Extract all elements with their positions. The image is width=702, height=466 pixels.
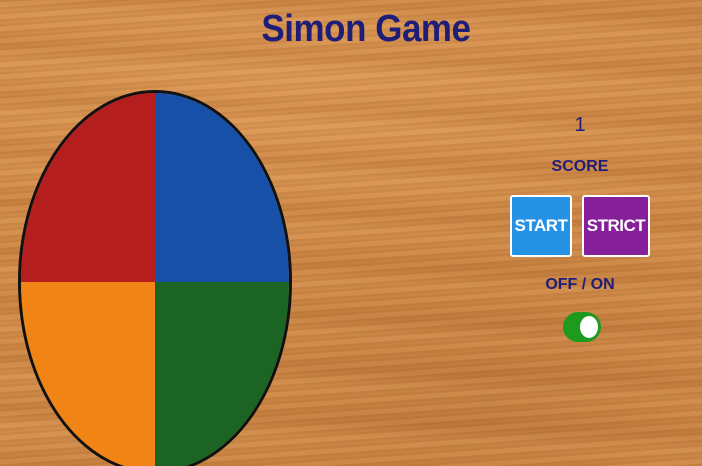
score-value: 1 — [574, 114, 586, 136]
power-label: OFF / ON — [545, 276, 615, 293]
simon-board — [18, 90, 292, 466]
red-pad[interactable] — [21, 93, 155, 282]
toggle-knob — [580, 316, 598, 338]
green-pad[interactable] — [155, 282, 289, 466]
start-button[interactable]: START — [510, 195, 572, 257]
score-label: SCORE — [551, 158, 609, 175]
page-title: Simon Game — [261, 8, 471, 50]
strict-button[interactable]: STRICT — [582, 195, 650, 257]
orange-pad[interactable] — [21, 282, 155, 466]
power-toggle[interactable] — [563, 312, 601, 342]
blue-pad[interactable] — [155, 93, 289, 282]
